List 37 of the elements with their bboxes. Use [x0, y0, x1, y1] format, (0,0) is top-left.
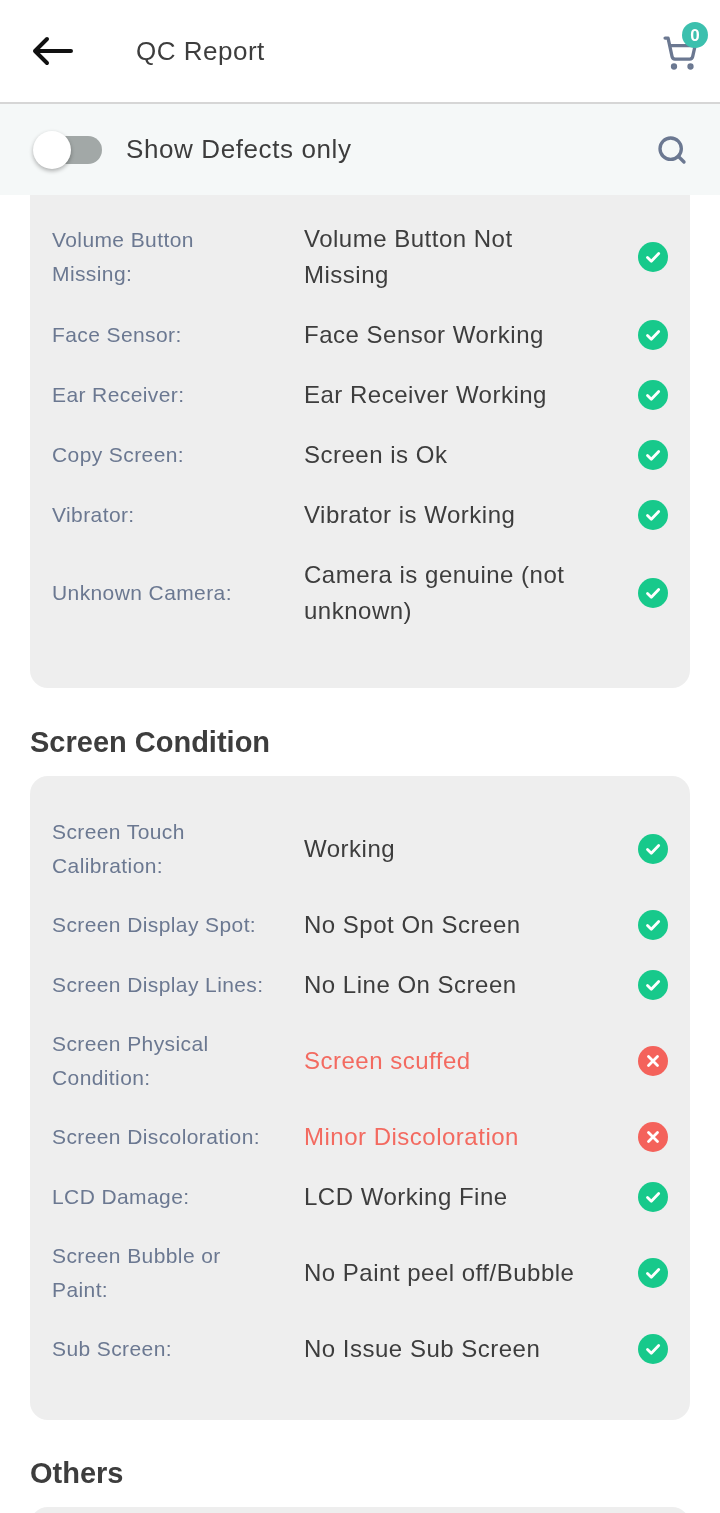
row-label: Face Sensor: — [52, 322, 182, 348]
row-value: Face Sensor Working — [304, 320, 544, 350]
row-label: Sub Screen: — [52, 1336, 172, 1362]
row-label: Unknown Camera: — [52, 580, 232, 606]
row-value: Camera is genuine (not unknown) — [304, 560, 566, 626]
row-label: Screen Discoloration: — [52, 1124, 260, 1150]
row-label: Copy Screen: — [52, 442, 185, 468]
row-label: Screen Display Spot: — [52, 912, 257, 938]
row-value: Screen scuffed — [304, 1046, 471, 1076]
row-value: No Issue Sub Screen — [304, 1334, 541, 1364]
row-label: Screen Touch Calibration: — [52, 819, 186, 879]
cart-count-badge: 0 — [682, 22, 708, 48]
row-value: No Paint peel off/Bubble — [304, 1258, 575, 1288]
row-label: Screen Display Lines: — [52, 972, 264, 998]
page-title: QC Report — [136, 34, 265, 68]
row-label: Ear Receiver: — [52, 382, 185, 408]
row-value: Volume Button Not Missing — [304, 224, 514, 290]
row-value: Vibrator is Working — [304, 500, 516, 530]
row-label: Vibrator: — [52, 502, 135, 528]
section-heading: Others — [30, 1456, 124, 1491]
back-arrow-icon — [31, 36, 73, 66]
row-label: Screen Physical Condition: — [52, 1031, 210, 1091]
row-value: Minor Discoloration — [304, 1122, 519, 1152]
row-value: Working — [304, 834, 396, 864]
row-value: LCD Working Fine — [304, 1182, 508, 1212]
row-value: Ear Receiver Working — [304, 380, 547, 410]
row-value: Screen is Ok — [304, 440, 448, 470]
row-value: No Line On Screen — [304, 970, 517, 1000]
row-label: Volume Button Missing: — [52, 227, 195, 287]
row-label: Screen Bubble or Paint: — [52, 1243, 222, 1303]
row-value: No Spot On Screen — [304, 910, 521, 940]
search-button[interactable] — [656, 133, 688, 166]
filter-label: Show Defects only — [126, 133, 352, 166]
search-icon — [656, 133, 688, 166]
show-defects-toggle[interactable] — [33, 130, 103, 169]
row-label: LCD Damage: — [52, 1184, 190, 1210]
section-heading: Screen Condition — [30, 725, 271, 760]
